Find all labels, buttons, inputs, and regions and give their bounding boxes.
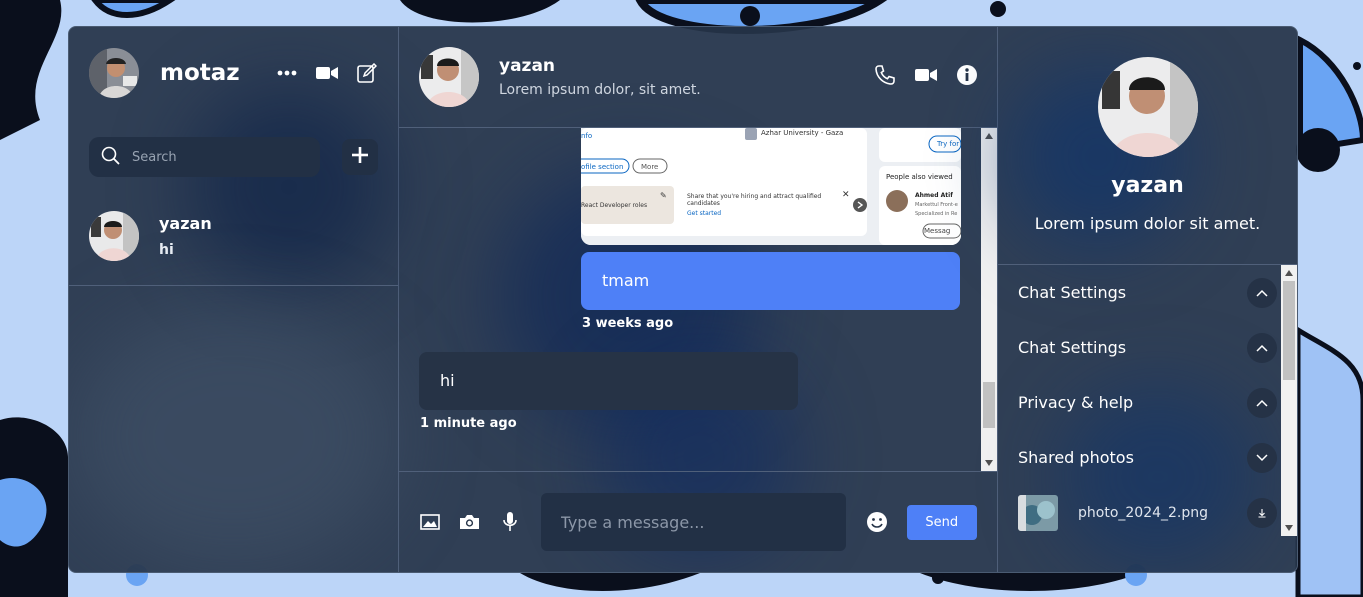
chat-contact-name: yazan <box>499 55 556 76</box>
contact-item[interactable]: yazan hi <box>69 187 398 286</box>
chat-app-window: motaz Search yazan hi yazan Lorem ipsum … <box>68 26 1298 573</box>
chevron-down-icon[interactable] <box>1247 442 1277 473</box>
message-button-text: Messag <box>924 226 951 235</box>
more-text: More <box>641 162 659 171</box>
try-button-text: Try for <box>937 139 960 148</box>
message-composer: Send <box>399 472 997 572</box>
close-icon: ✕ <box>842 189 850 200</box>
details-avatar[interactable] <box>1097 57 1198 157</box>
details-scrollbar[interactable] <box>1281 265 1297 536</box>
chat-panel: yazan Lorem ipsum dolor, sit amet. nfo A… <box>399 27 998 572</box>
send-button[interactable]: Send <box>906 504 977 540</box>
details-header: yazan Lorem ipsum dolor sit amet. <box>998 27 1297 265</box>
section-chat-settings[interactable]: Chat Settings <box>998 265 1297 320</box>
edit-icon: ✎ <box>660 190 667 200</box>
details-status: Lorem ipsum dolor sit amet. <box>1034 214 1261 233</box>
section-chat-settings-2[interactable]: Chat Settings <box>998 320 1297 375</box>
people-viewed-title: People also viewed <box>886 172 953 181</box>
contact-details-panel: yazan Lorem ipsum dolor sit amet. Chat S… <box>998 27 1297 572</box>
person-name-text: Ahmed Atif <box>915 191 953 199</box>
role-card-text: React Developer roles <box>581 201 648 209</box>
scroll-up-arrow[interactable] <box>985 132 993 139</box>
more-options-icon[interactable] <box>276 62 298 84</box>
details-name: yazan <box>1111 173 1184 198</box>
emoji-icon[interactable] <box>866 511 888 533</box>
details-settings-list: Chat Settings Chat Settings Privacy & he… <box>998 265 1297 572</box>
sidebar-header: motaz <box>69 27 398 119</box>
message-input[interactable] <box>540 493 846 552</box>
chat-contact-avatar[interactable] <box>419 46 479 107</box>
shared-photo-item[interactable]: photo_2024_2.png <box>998 485 1297 540</box>
message-list: nfo Azhar University - Gaza Try for ofil… <box>399 127 997 473</box>
scroll-down-arrow[interactable] <box>1285 525 1293 531</box>
scroll-down-arrow[interactable] <box>985 460 993 467</box>
contact-name: yazan <box>159 214 212 233</box>
chevron-up-icon[interactable] <box>1247 277 1277 308</box>
scrollbar-thumb[interactable] <box>1283 281 1295 380</box>
search-icon <box>101 146 120 169</box>
add-conversation-button[interactable] <box>342 139 378 175</box>
section-shared-photos[interactable]: Shared photos <box>998 430 1297 485</box>
get-started-text: Get started <box>687 209 722 217</box>
section-label: Shared photos <box>1018 448 1134 467</box>
profile-section-text: ofile section <box>581 162 624 171</box>
info-icon[interactable] <box>957 64 977 89</box>
compose-icon[interactable] <box>356 62 378 84</box>
image-message[interactable]: nfo Azhar University - Gaza Try for ofil… <box>581 127 961 245</box>
download-icon[interactable] <box>1247 497 1277 528</box>
photo-file-name: photo_2024_2.png <box>1078 504 1209 521</box>
video-call-icon[interactable] <box>316 62 338 84</box>
chevron-up-icon[interactable] <box>1247 387 1277 418</box>
contact-avatar <box>89 211 139 261</box>
incoming-message: hi <box>419 351 798 410</box>
message-list-scrollbar[interactable] <box>981 127 997 472</box>
user-avatar[interactable] <box>89 48 139 98</box>
outgoing-message-time: 3 weeks ago <box>582 315 674 331</box>
section-label: Chat Settings <box>1018 283 1127 302</box>
search-input[interactable] <box>132 149 302 165</box>
image-icon[interactable] <box>419 511 441 533</box>
section-label: Chat Settings <box>1018 338 1127 357</box>
person-line-1: Markettul Front-e <box>915 201 958 208</box>
microphone-icon[interactable] <box>499 511 521 533</box>
search-box <box>89 137 321 177</box>
linkedin-info-link: nfo <box>581 131 593 140</box>
incoming-message-time: 1 minute ago <box>420 415 517 431</box>
person-line-2: Specialized in Re <box>915 210 958 217</box>
hiring-text: Share that you're hiring and attract qua… <box>687 192 822 207</box>
camera-icon[interactable] <box>459 511 481 533</box>
phone-icon[interactable] <box>875 65 895 89</box>
chat-contact-status: Lorem ipsum dolor, sit amet. <box>499 81 701 98</box>
chevron-up-icon[interactable] <box>1247 332 1277 363</box>
chat-header: yazan Lorem ipsum dolor, sit amet. <box>399 27 997 128</box>
plus-icon <box>351 146 369 168</box>
conversations-sidebar: motaz Search yazan hi <box>69 27 399 572</box>
video-call-icon[interactable] <box>915 67 937 86</box>
contact-last-message: hi <box>159 242 174 258</box>
section-privacy-help[interactable]: Privacy & help <box>998 375 1297 430</box>
section-label: Privacy & help <box>1018 393 1134 412</box>
user-name: motaz <box>160 60 240 86</box>
university-text: Azhar University - Gaza <box>761 128 844 137</box>
outgoing-message: tmam <box>581 251 960 310</box>
scroll-up-arrow[interactable] <box>1285 270 1293 276</box>
scrollbar-thumb[interactable] <box>983 381 995 429</box>
photo-thumbnail[interactable] <box>1018 494 1058 531</box>
